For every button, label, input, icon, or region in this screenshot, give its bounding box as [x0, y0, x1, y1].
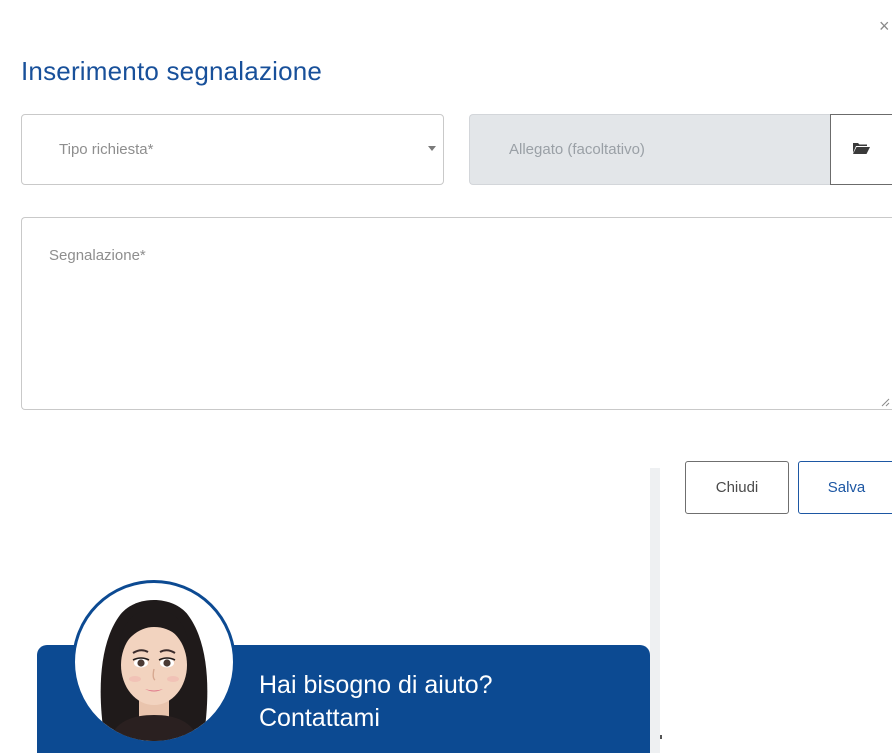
- page-title: Inserimento segnalazione: [21, 56, 323, 86]
- assistant-avatar[interactable]: [72, 580, 236, 744]
- help-text: Hai bisogno di aiuto? Contattami: [259, 669, 493, 735]
- browse-file-button[interactable]: [830, 114, 892, 185]
- caret-down-icon: [428, 146, 436, 151]
- report-textarea[interactable]: Segnalazione*: [21, 217, 892, 410]
- report-placeholder: Segnalazione*: [49, 247, 146, 264]
- close-icon[interactable]: ×: [879, 16, 892, 36]
- help-line-2: Contattami: [259, 704, 380, 732]
- help-line-1: Hai bisogno di aiuto?: [259, 671, 493, 699]
- save-button[interactable]: Salva: [798, 461, 892, 514]
- close-button[interactable]: Chiudi: [685, 461, 789, 514]
- folder-open-icon: [853, 143, 870, 154]
- request-type-placeholder: Tipo richiesta*: [59, 141, 154, 158]
- segnalazione-dialog: × Inserimento segnalazione Tipo richiest…: [0, 0, 892, 753]
- resize-grip-icon[interactable]: [880, 397, 890, 407]
- request-type-select[interactable]: Tipo richiesta*: [21, 114, 444, 185]
- scroll-strip: [650, 468, 660, 753]
- attachment-field[interactable]: Allegato (facoltativo): [469, 114, 831, 185]
- assistant-face-icon: [100, 600, 208, 741]
- divider-mark: [660, 735, 662, 739]
- attachment-placeholder: Allegato (facoltativo): [509, 141, 645, 158]
